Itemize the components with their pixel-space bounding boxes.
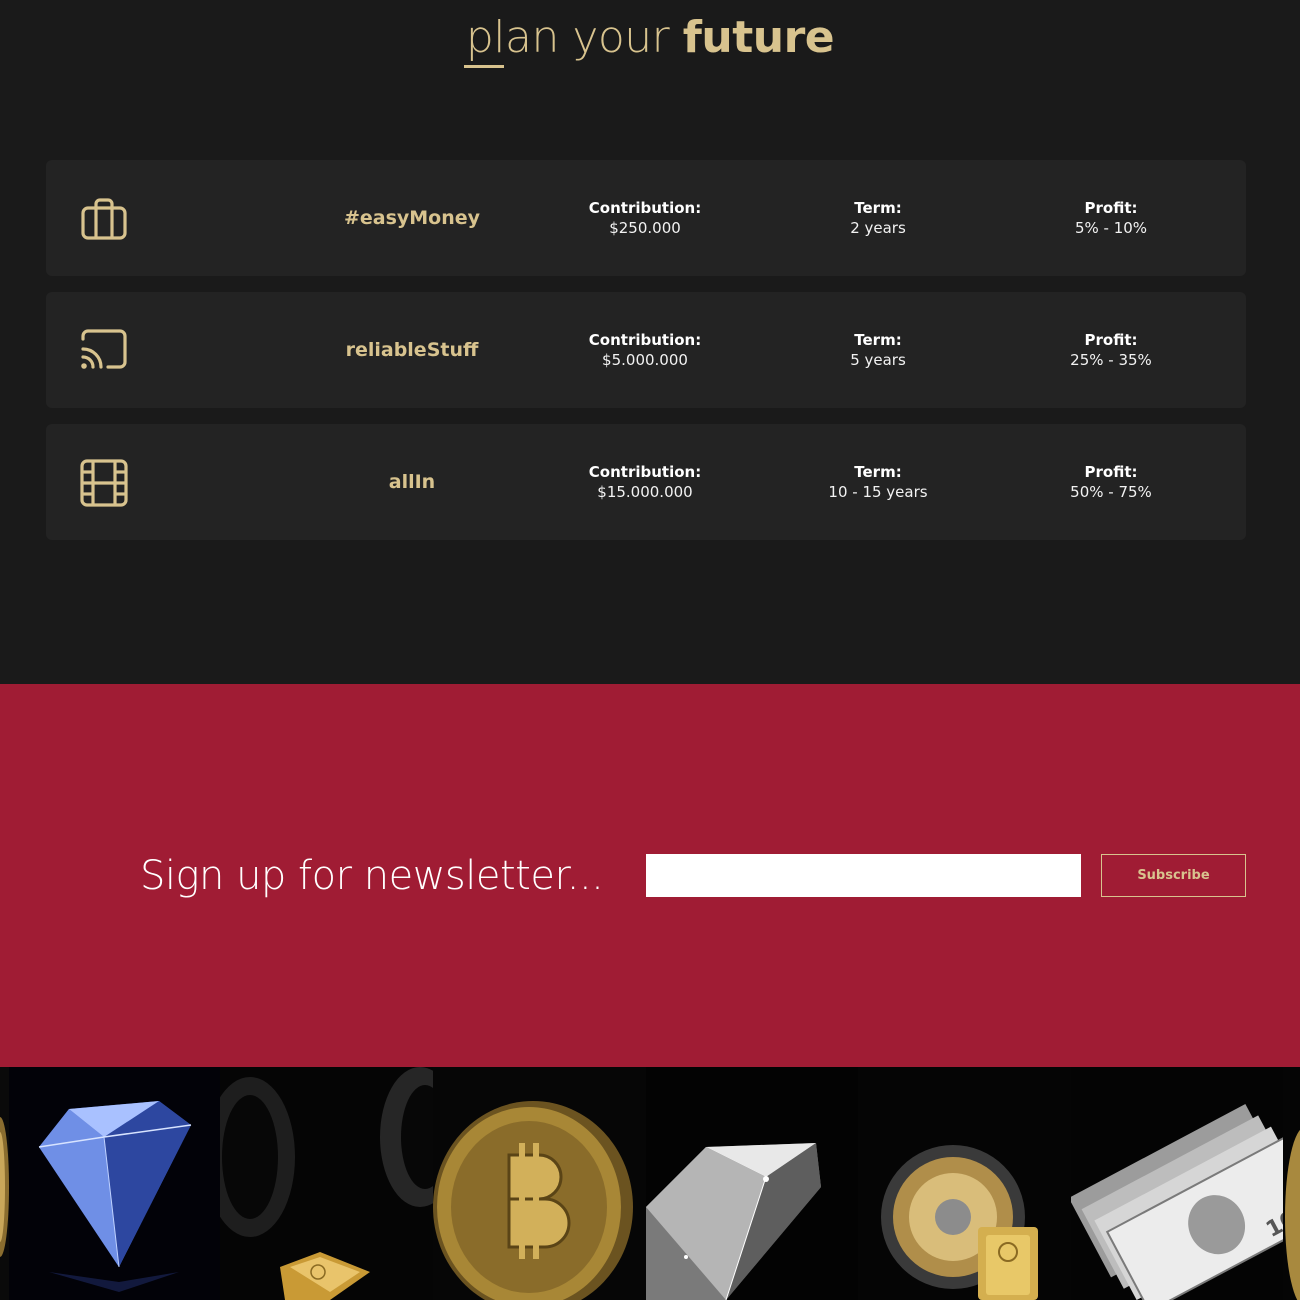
- plan-contribution: Contribution: $250.000: [535, 198, 755, 238]
- gold-coin-image[interactable]: [1283, 1067, 1300, 1300]
- cast-icon: [80, 327, 128, 375]
- profit-value: 25% - 35%: [1070, 351, 1152, 369]
- plan-name: allIn: [388, 471, 436, 493]
- contribution-value: $5.000.000: [602, 351, 688, 369]
- plan-term: Term: 5 years: [768, 330, 988, 370]
- contribution-value: $250.000: [609, 219, 681, 237]
- blue-diamond-image[interactable]: [9, 1067, 220, 1300]
- email-input[interactable]: [646, 854, 1081, 897]
- plan-profit: Profit: 5% - 10%: [1001, 198, 1221, 238]
- page: plan your future #easyMoney Contribution…: [0, 0, 1300, 1300]
- plan-term: Term: 10 - 15 years: [768, 462, 988, 502]
- plan-term: Term: 2 years: [768, 198, 988, 238]
- profit-label: Profit:: [1084, 331, 1138, 349]
- plan-name: reliableStuff: [345, 339, 479, 361]
- term-value: 10 - 15 years: [828, 483, 928, 501]
- plan-card-all-in[interactable]: allIn Contribution: $15.000.000 Term: 10…: [46, 424, 1246, 540]
- term-label: Term:: [854, 463, 902, 481]
- term-label: Term:: [854, 199, 902, 217]
- section-title: plan your future: [0, 12, 1300, 64]
- plan-profit: Profit: 50% - 75%: [1001, 462, 1221, 502]
- plan-card-easy-money[interactable]: #easyMoney Contribution: $250.000 Term: …: [46, 160, 1246, 276]
- gold-bar-and-watch-image[interactable]: [858, 1067, 1071, 1300]
- film-icon: [80, 459, 128, 507]
- bitcoin-coin-image[interactable]: [433, 1067, 646, 1300]
- profit-value: 50% - 75%: [1070, 483, 1152, 501]
- section-title-light: plan your: [465, 12, 670, 63]
- term-value: 5 years: [850, 351, 906, 369]
- title-underline: [464, 65, 504, 68]
- contribution-value: $15.000.000: [597, 483, 693, 501]
- contribution-label: Contribution:: [588, 463, 702, 481]
- section-title-bold: future: [682, 12, 835, 63]
- gold-bar-and-ring-image[interactable]: [220, 1067, 433, 1300]
- plan-name: #easyMoney: [343, 207, 481, 229]
- profit-value: 5% - 10%: [1074, 219, 1148, 237]
- plan-card-reliable-stuff[interactable]: reliableStuff Contribution: $5.000.000 T…: [46, 292, 1246, 408]
- plan-contribution: Contribution: $15.000.000: [535, 462, 755, 502]
- gallery-strip: 100: [0, 1067, 1300, 1300]
- term-value: 2 years: [850, 219, 906, 237]
- plans-section: plan your future #easyMoney Contribution…: [0, 0, 1300, 684]
- newsletter-heading: Sign up for newsletter...: [140, 853, 604, 899]
- newsletter-section: Sign up for newsletter... Subscribe: [0, 684, 1300, 1067]
- plan-contribution: Contribution: $5.000.000: [535, 330, 755, 370]
- profit-label: Profit:: [1084, 463, 1138, 481]
- subscribe-button[interactable]: Subscribe: [1101, 854, 1246, 897]
- clear-diamond-image[interactable]: [646, 1067, 858, 1300]
- contribution-label: Contribution:: [588, 331, 702, 349]
- briefcase-icon: [80, 195, 128, 243]
- contribution-label: Contribution:: [588, 199, 702, 217]
- term-label: Term:: [854, 331, 902, 349]
- profit-label: Profit:: [1084, 199, 1138, 217]
- gold-coin-image[interactable]: [0, 1067, 9, 1300]
- dollar-bills-image[interactable]: 100: [1071, 1067, 1283, 1300]
- plan-profit: Profit: 25% - 35%: [1001, 330, 1221, 370]
